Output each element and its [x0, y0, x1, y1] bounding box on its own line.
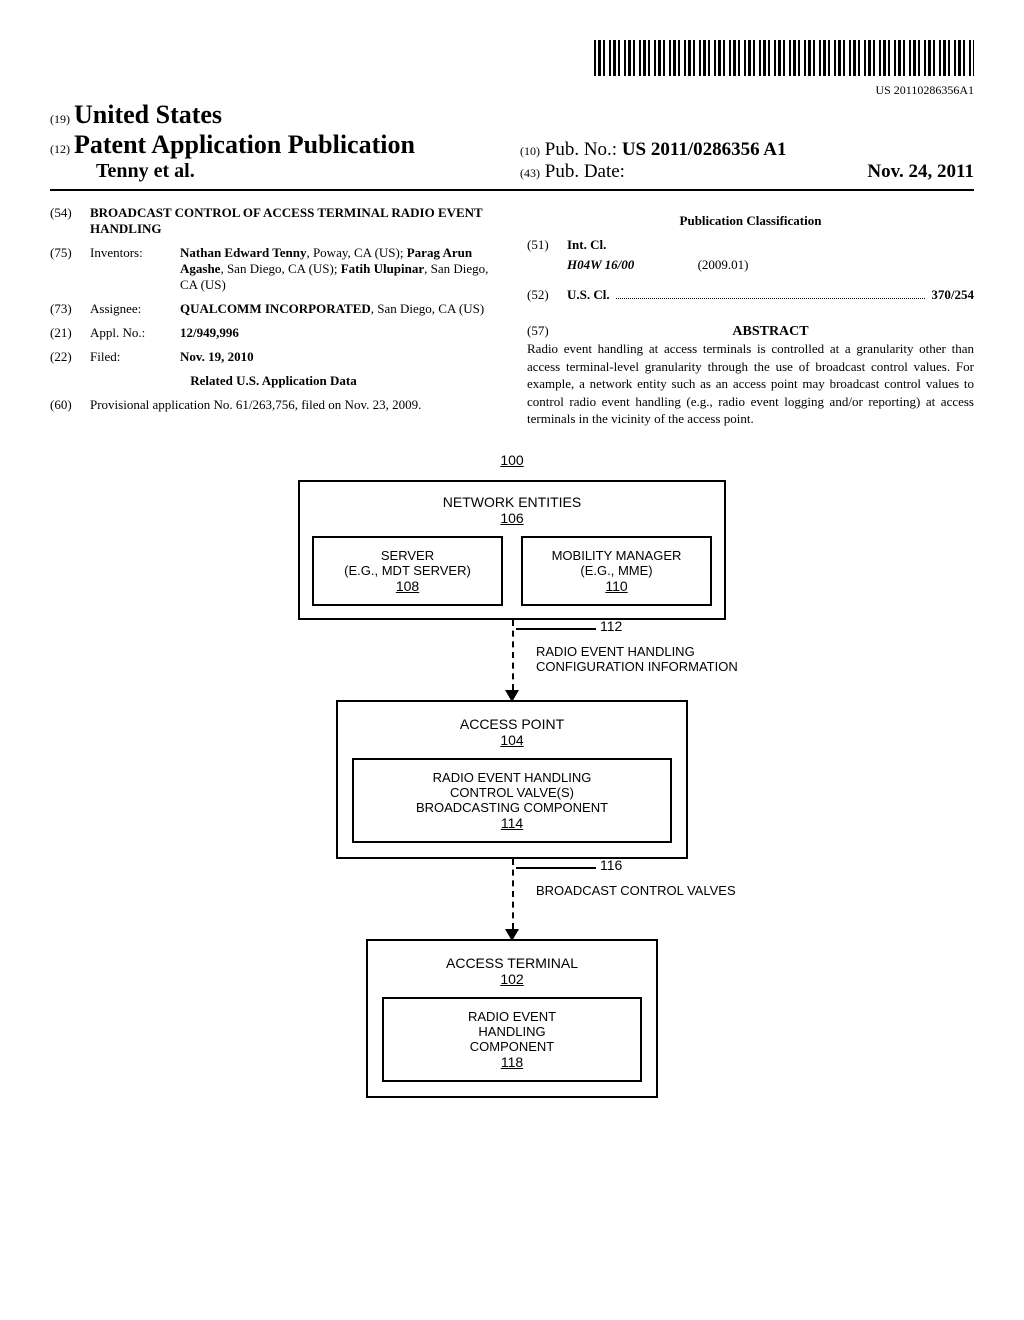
at-inner-line3: COMPONENT [394, 1039, 630, 1054]
inventors-label: Inventors: [90, 245, 180, 293]
ref-104: 104 [352, 732, 672, 748]
provisional-text: Provisional application No. 61/263,756, … [90, 397, 497, 413]
inventor-1-loc: , Poway, CA (US); [306, 245, 406, 260]
assignee-label: Assignee: [90, 301, 180, 317]
pub-date-value: Nov. 24, 2011 [867, 161, 974, 183]
arrow-2-label: BROADCAST CONTROL VALVES [536, 883, 756, 898]
server-line1: SERVER [322, 548, 493, 563]
at-inner-box: RADIO EVENT HANDLING COMPONENT 118 [382, 997, 642, 1082]
code-60: (60) [50, 397, 90, 413]
access-terminal-title: ACCESS TERMINAL [382, 955, 642, 971]
abstract-heading: ABSTRACT [567, 324, 974, 340]
network-entities-title: NETWORK ENTITIES [312, 494, 712, 510]
classification-heading: Publication Classification [527, 213, 974, 229]
code-43: (43) [520, 166, 540, 180]
dotted-filler [616, 287, 926, 299]
network-entities-box: NETWORK ENTITIES 106 SERVER (E.G., MDT S… [298, 480, 726, 620]
barcode-graphic [594, 40, 974, 76]
int-cl-value: H04W 16/00 [567, 257, 634, 272]
filed-value: Nov. 19, 2010 [180, 349, 497, 365]
right-column: Publication Classification (51) Int. Cl.… [527, 205, 974, 428]
inventor-3-name: Fatih Ulupinar [341, 261, 424, 276]
filed-label: Filed: [90, 349, 180, 365]
code-75: (75) [50, 245, 90, 293]
assignee-loc: , San Diego, CA (US) [371, 301, 484, 316]
server-line2: (E.G., MDT SERVER) [322, 563, 493, 578]
code-57: (57) [527, 323, 567, 339]
us-cl-label: U.S. Cl. [567, 287, 610, 303]
int-cl-date: (2009.01) [698, 257, 749, 272]
figure-area: 100 NETWORK ENTITIES 106 SERVER (E.G., M… [50, 452, 974, 1098]
code-12: (12) [50, 142, 70, 156]
diagram: NETWORK ENTITIES 106 SERVER (E.G., MDT S… [298, 480, 726, 1098]
arrow-1-label: RADIO EVENT HANDLING CONFIGURATION INFOR… [536, 644, 756, 674]
ap-inner-line3: BROADCASTING COMPONENT [364, 800, 660, 815]
ref-112: 112 [600, 618, 622, 634]
code-21: (21) [50, 325, 90, 341]
ref-114: 114 [364, 815, 660, 831]
appl-no-label: Appl. No.: [90, 325, 180, 341]
barcode-number: US 20110286356A1 [50, 83, 974, 98]
header-block: (19) United States (12) Patent Applicati… [50, 100, 974, 191]
us-cl-value: 370/254 [931, 287, 974, 303]
assignee-value: QUALCOMM INCORPORATED, San Diego, CA (US… [180, 301, 497, 317]
pub-date-label: Pub. Date: [545, 161, 625, 182]
at-inner-line1: RADIO EVENT [394, 1009, 630, 1024]
code-10: (10) [520, 144, 540, 158]
biblio-columns: (54) BROADCAST CONTROL OF ACCESS TERMINA… [50, 205, 974, 428]
figure-number: 100 [50, 452, 974, 468]
code-52: (52) [527, 287, 567, 303]
access-point-box: ACCESS POINT 104 RADIO EVENT HANDLING CO… [336, 700, 688, 859]
ref-116: 116 [600, 857, 622, 873]
inventor-2-loc: , San Diego, CA (US); [220, 261, 340, 276]
int-cl-label: Int. Cl. [567, 237, 606, 253]
left-column: (54) BROADCAST CONTROL OF ACCESS TERMINA… [50, 205, 497, 428]
mobility-box: MOBILITY MANAGER (E.G., MME) 110 [521, 536, 712, 606]
assignee-name: QUALCOMM INCORPORATED [180, 301, 371, 316]
appl-no-value: 12/949,996 [180, 325, 497, 341]
publication-type: Patent Application Publication [74, 130, 415, 159]
inventor-1-name: Nathan Edward Tenny [180, 245, 306, 260]
code-19: (19) [50, 112, 70, 126]
ap-inner-line2: CONTROL VALVE(S) [364, 785, 660, 800]
access-terminal-box: ACCESS TERMINAL 102 RADIO EVENT HANDLING… [366, 939, 658, 1098]
at-inner-line2: HANDLING [394, 1024, 630, 1039]
code-22: (22) [50, 349, 90, 365]
code-51: (51) [527, 237, 567, 253]
server-box: SERVER (E.G., MDT SERVER) 108 [312, 536, 503, 606]
related-heading: Related U.S. Application Data [50, 373, 497, 389]
country-name: United States [74, 100, 222, 129]
mobility-line1: MOBILITY MANAGER [531, 548, 702, 563]
inventors-value: Nathan Edward Tenny, Poway, CA (US); Par… [180, 245, 497, 293]
ref-106: 106 [312, 510, 712, 526]
ref-118: 118 [394, 1054, 630, 1070]
ap-inner-box: RADIO EVENT HANDLING CONTROL VALVE(S) BR… [352, 758, 672, 843]
invention-title: BROADCAST CONTROL OF ACCESS TERMINAL RAD… [90, 205, 497, 237]
ref-102: 102 [382, 971, 642, 987]
ref-110: 110 [531, 578, 702, 594]
code-73: (73) [50, 301, 90, 317]
arrow-2: 116 BROADCAST CONTROL VALVES [312, 859, 712, 939]
arrow-1: 112 RADIO EVENT HANDLING CONFIGURATION I… [312, 620, 712, 700]
ref-108: 108 [322, 578, 493, 594]
abstract-text: Radio event handling at access terminals… [527, 340, 974, 428]
barcode-region: US 20110286356A1 [50, 40, 974, 98]
code-54: (54) [50, 205, 90, 237]
authors-line: Tenny et al. [50, 160, 504, 183]
mobility-line2: (E.G., MME) [531, 563, 702, 578]
pub-no-label: Pub. No.: [545, 139, 617, 160]
ap-inner-line1: RADIO EVENT HANDLING [364, 770, 660, 785]
access-point-title: ACCESS POINT [352, 716, 672, 732]
pub-no-value: US 2011/0286356 A1 [622, 139, 787, 160]
